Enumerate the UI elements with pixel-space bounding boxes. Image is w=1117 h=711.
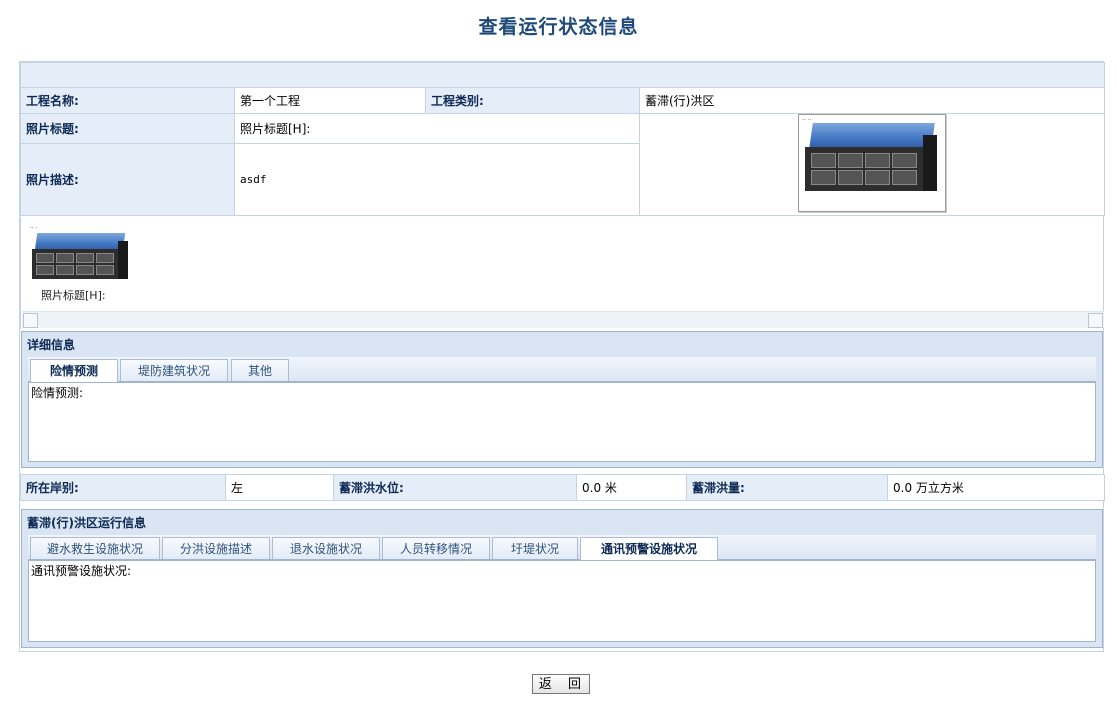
bank-label: 所在岸别: bbox=[20, 474, 226, 501]
photo-title-label: 照片标题: bbox=[20, 112, 235, 145]
operation-info-panel: 蓄滞(行)洪区运行信息 避水救生设施状况 分洪设施描述 退水设施状况 人员转移情… bbox=[21, 509, 1103, 648]
table-header-row bbox=[20, 62, 1105, 88]
thumbnail-strip: ·· · 照片标题[H]: bbox=[20, 217, 1104, 329]
server-photo[interactable]: ·· ·· bbox=[798, 114, 946, 212]
operation-tab-bar: 避水救生设施状况 分洪设施描述 退水设施状况 人员转移情况 圩堤状况 通讯预警设… bbox=[28, 535, 1096, 560]
scroll-right-button[interactable] bbox=[1088, 313, 1103, 328]
photo-desc-value: asdf bbox=[234, 143, 640, 216]
tab-personnel-transfer[interactable]: 人员转移情况 bbox=[382, 537, 490, 559]
tab-risk-forecast[interactable]: 险情预测 bbox=[30, 359, 118, 382]
operation-tab-content: 通讯预警设施状况: bbox=[28, 560, 1096, 642]
project-name-value: 第一个工程 bbox=[234, 87, 426, 114]
photo-cell: ·· ·· bbox=[639, 113, 1105, 216]
tab-flood-diversion[interactable]: 分洪设施描述 bbox=[162, 537, 270, 559]
project-type-value: 蓄滞(行)洪区 bbox=[639, 87, 1105, 114]
detail-info-panel: 详细信息 险情预测 堤防建筑状况 其他 险情预测: bbox=[21, 331, 1103, 468]
project-type-label: 工程类别: bbox=[425, 87, 640, 114]
tab-other[interactable]: 其他 bbox=[231, 359, 289, 381]
scroll-left-button[interactable] bbox=[23, 313, 38, 328]
tab-communication-warning[interactable]: 通讯预警设施状况 bbox=[580, 537, 718, 560]
thumbnail-image[interactable]: ·· · bbox=[30, 225, 128, 287]
back-button[interactable]: 返 回 bbox=[532, 674, 590, 694]
tab-drainage-facilities[interactable]: 退水设施状况 bbox=[272, 537, 380, 559]
water-level-label: 蓄滞洪水位: bbox=[333, 474, 577, 501]
water-level-value: 0.0 米 bbox=[576, 474, 687, 501]
tab-dike-building[interactable]: 堤防建筑状况 bbox=[120, 359, 228, 381]
tab-levee-status[interactable]: 圩堤状况 bbox=[492, 537, 578, 559]
detail-tab-bar: 险情预测 堤防建筑状况 其他 bbox=[28, 357, 1096, 382]
photo-title-value: 照片标题[H]: bbox=[234, 112, 640, 145]
tab-evacuation-facilities[interactable]: 避水救生设施状况 bbox=[30, 537, 160, 559]
thumbnail-caption: 照片标题[H]: bbox=[41, 289, 106, 302]
thumbnail-server-image bbox=[32, 233, 128, 285]
bank-value: 左 bbox=[225, 474, 334, 501]
flood-storage-table: 所在岸别: 左 蓄滞洪水位: 0.0 米 蓄滞洪量: 0.0 万立方米 bbox=[20, 474, 1105, 501]
horizontal-scrollbar[interactable] bbox=[22, 311, 1104, 328]
storage-volume-value: 0.0 万立方米 bbox=[887, 474, 1105, 501]
project-name-label: 工程名称: bbox=[20, 87, 235, 114]
server-image bbox=[805, 123, 939, 203]
thumbnail-stamp: ·· · bbox=[30, 225, 38, 232]
detail-tab-content: 险情预测: bbox=[28, 382, 1096, 462]
photo-desc-label: 照片描述: bbox=[20, 143, 235, 216]
detail-panel-title: 详细信息 bbox=[27, 338, 76, 352]
operation-panel-title: 蓄滞(行)洪区运行信息 bbox=[27, 516, 146, 530]
page-title: 查看运行状态信息 bbox=[478, 16, 639, 38]
project-info-table: 工程名称: 第一个工程 工程类别: 蓄滞(行)洪区 照片标题: 照片标题[H]:… bbox=[20, 62, 1105, 216]
storage-volume-label: 蓄滞洪量: bbox=[686, 474, 888, 501]
